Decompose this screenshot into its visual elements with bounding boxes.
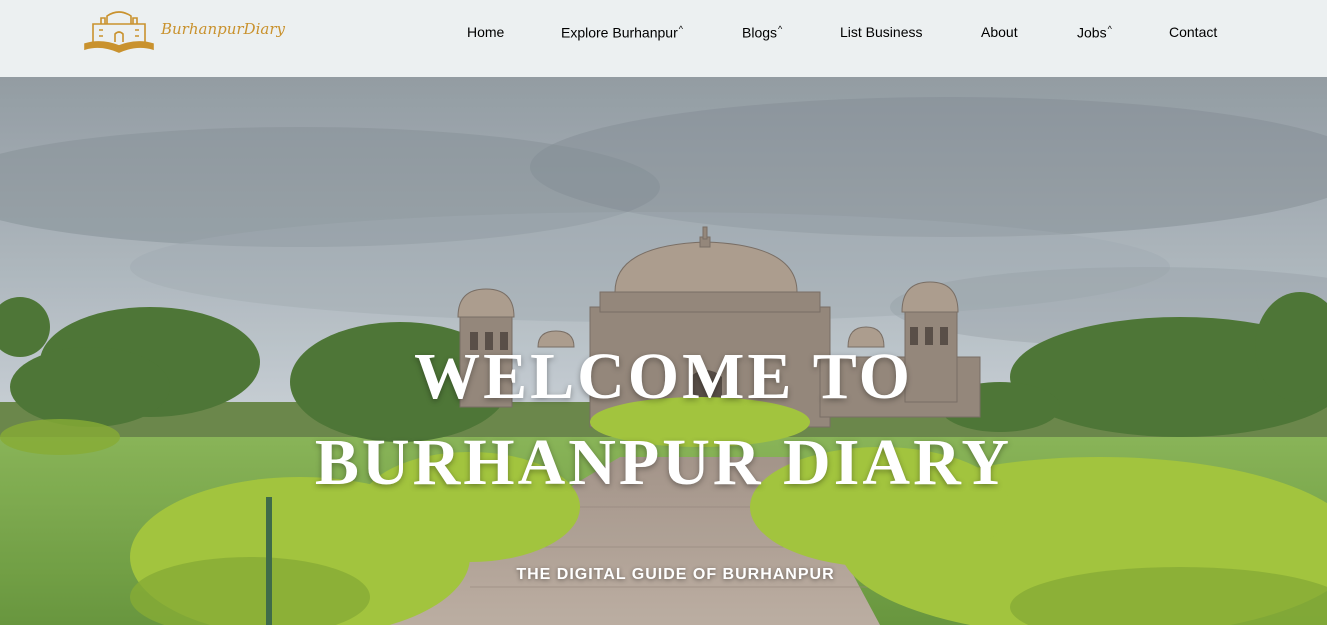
nav-jobs[interactable]: Jobs^	[1077, 24, 1112, 41]
nav-list-business-label: List Business	[840, 24, 923, 40]
nav-explore-burhanpur[interactable]: Explore Burhanpur^	[561, 24, 683, 41]
caret-up-icon: ^	[1107, 24, 1112, 34]
hero-banner: WELCOME TO BURHANPUR DIARY THE DIGITAL G…	[0, 77, 1327, 625]
brand-name: BurhanpurDiary	[161, 20, 285, 38]
nav-home[interactable]: Home	[467, 24, 504, 40]
nav-explore-label: Explore Burhanpur	[561, 24, 678, 41]
nav-home-label: Home	[467, 24, 505, 40]
nav-jobs-label: Jobs	[1077, 24, 1107, 41]
nav-about[interactable]: About	[981, 24, 1018, 40]
site-header: BurhanpurDiary Home Explore Burhanpur^ B…	[0, 0, 1327, 77]
nav-contact[interactable]: Contact	[1169, 24, 1217, 40]
hero-subtitle: THE DIGITAL GUIDE OF BURHANPUR	[516, 566, 835, 583]
book-palace-icon	[84, 11, 154, 53]
hero-title-line1: WELCOME TO	[414, 340, 913, 413]
hero-title-line2: BURHANPUR DIARY	[314, 426, 1013, 499]
nav-contact-label: Contact	[1169, 24, 1218, 40]
nav-blogs-label: Blogs	[742, 24, 778, 41]
nav-list-business[interactable]: List Business	[840, 24, 922, 40]
nav-blogs[interactable]: Blogs^	[742, 24, 782, 41]
nav-about-label: About	[981, 24, 1018, 40]
site-logo[interactable]: BurhanpurDiary	[79, 6, 285, 56]
caret-up-icon: ^	[678, 24, 683, 34]
caret-up-icon: ^	[778, 24, 783, 34]
